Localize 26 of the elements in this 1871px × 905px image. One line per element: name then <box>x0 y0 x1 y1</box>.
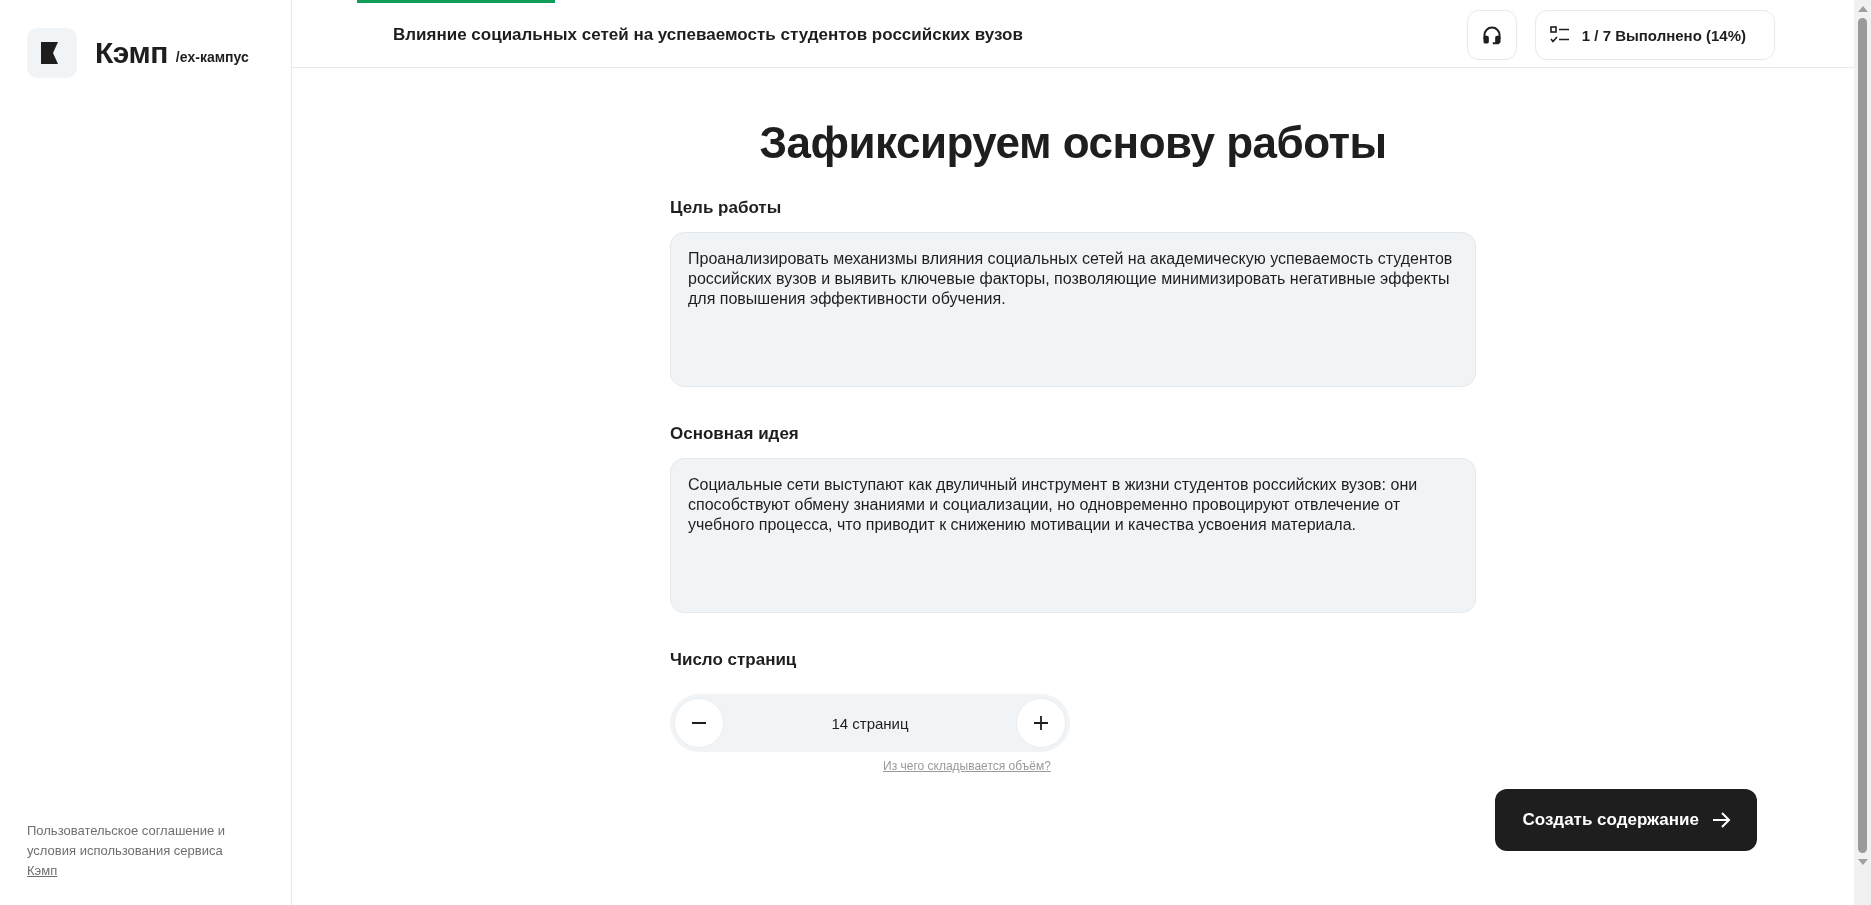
text-area[interactable]: Социальные сети выступают как двуличный инструмент в жизни студентов российских вузов: они способствуют обмену знаниями и социализации, но одновременно провоцируют отвлечение от учебного процесса, что приводит к снижению мотивации и качества усвоения материала. <box>670 458 1476 613</box>
logo-badge[interactable] <box>27 28 77 78</box>
plus-icon <box>1034 716 1048 730</box>
create-contents-button[interactable]: Создать содержание <box>1495 789 1757 851</box>
headphones-icon <box>1481 25 1502 45</box>
page-count-value: 14 страниц <box>831 714 909 732</box>
work-title: Влияние социальных сетей на успеваемость студентов российских вузов <box>393 25 1024 45</box>
arrow-right-icon <box>1713 812 1731 828</box>
minus-icon <box>692 722 706 724</box>
scrollbar[interactable] <box>1854 0 1871 905</box>
brand-name: Кэмп <box>95 36 168 70</box>
text-area[interactable]: Проанализировать механизмы влияния социальных сетей на академическую успеваемость студентов российских вузов и выявить ключевые факторы, позволяющие минимизировать негативные эффекты для повышения эффективности обучения. <box>670 232 1476 387</box>
field-label: Цель работы <box>670 198 783 218</box>
scroll-thumb[interactable] <box>1858 18 1867 853</box>
scroll-down-icon <box>1857 859 1868 865</box>
scroll-up-icon <box>1857 6 1868 12</box>
terms-text: Пользовательское соглашение и условия использования сервиса <box>27 822 227 860</box>
terms-link[interactable]: Кэмп <box>27 861 58 881</box>
checklist-icon <box>1549 26 1570 44</box>
increase-button[interactable] <box>1016 698 1066 748</box>
brand-tagline: /ex-кампус <box>175 49 249 65</box>
page-heading: Зафиксируем основу работы <box>758 118 1388 168</box>
field-label: Основная идея <box>670 424 800 444</box>
support-button[interactable] <box>1466 10 1517 60</box>
field-label: Число страниц <box>670 650 798 670</box>
progress-status-button[interactable]: 1 / 7 Выполнено (14%) <box>1534 10 1775 60</box>
